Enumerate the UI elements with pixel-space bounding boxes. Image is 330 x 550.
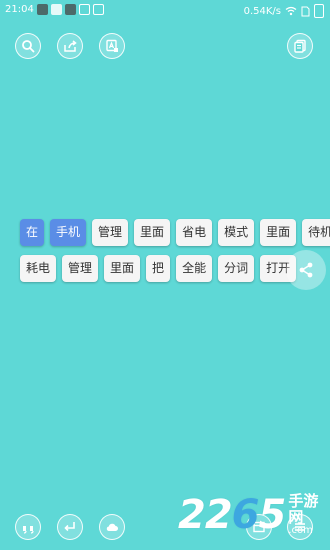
copy-icon <box>294 39 306 53</box>
status-bar: 21:04 0.54K/s <box>0 0 330 22</box>
app-notification-icon <box>50 4 62 15</box>
watermark-en: .com <box>288 525 313 536</box>
site-watermark: 2265 手游网 .com <box>178 492 330 538</box>
word-chip[interactable]: 省电 <box>176 219 213 246</box>
word-chip[interactable]: 全能 <box>176 255 213 282</box>
status-right: 0.54K/s <box>244 4 324 18</box>
network-speed: 0.54K/s <box>243 5 281 17</box>
word-chip[interactable]: 把 <box>146 255 171 282</box>
copy-button[interactable] <box>287 33 313 59</box>
translate-button[interactable] <box>99 33 125 59</box>
return-icon <box>64 522 75 532</box>
word-chip[interactable]: 里面 <box>134 219 171 246</box>
share-fab-button[interactable] <box>286 250 326 290</box>
watermark-text: 手游网 .com <box>288 493 330 537</box>
word-chip[interactable]: 手机 <box>50 219 87 246</box>
word-chip[interactable]: 耗电 <box>20 255 57 282</box>
eye-icon <box>36 4 48 15</box>
quote-icon <box>23 526 34 534</box>
word-chip-row-1: 在 手机 管理 里面 省电 模式 里面 待机 <box>20 219 330 246</box>
word-chip[interactable]: 分词 <box>218 255 255 282</box>
word-chip[interactable]: 在 <box>20 219 45 246</box>
watermark-logo-number: 2265 <box>178 492 286 538</box>
usb-icon <box>92 4 104 15</box>
return-button[interactable] <box>57 514 83 540</box>
cloud-button[interactable] <box>99 514 125 540</box>
download-icon <box>64 4 76 15</box>
word-chip[interactable]: 管理 <box>92 219 129 246</box>
wifi-icon <box>285 6 297 16</box>
sim-icon <box>301 6 310 16</box>
cloud-icon <box>106 523 118 531</box>
word-chip[interactable]: 管理 <box>62 255 99 282</box>
quote-button[interactable] <box>15 514 41 540</box>
search-button[interactable] <box>15 33 41 59</box>
share-out-icon <box>64 40 77 52</box>
word-chip-row-2: 耗电 管理 里面 把 全能 分词 打开 <box>20 255 297 282</box>
search-icon <box>22 40 35 53</box>
share-icon <box>299 262 313 278</box>
word-chip[interactable]: 里面 <box>104 255 141 282</box>
word-chip[interactable]: 里面 <box>260 219 297 246</box>
word-chip[interactable]: 模式 <box>218 219 255 246</box>
watermark-cn: 手游网 <box>288 492 319 526</box>
share-out-button[interactable] <box>57 33 83 59</box>
translate-icon <box>106 39 118 52</box>
status-time: 21:04 <box>5 4 34 15</box>
status-left: 21:04 <box>5 4 104 15</box>
grid-icon <box>78 4 90 15</box>
battery-icon <box>314 4 324 18</box>
word-chip[interactable]: 待机 <box>302 219 330 246</box>
